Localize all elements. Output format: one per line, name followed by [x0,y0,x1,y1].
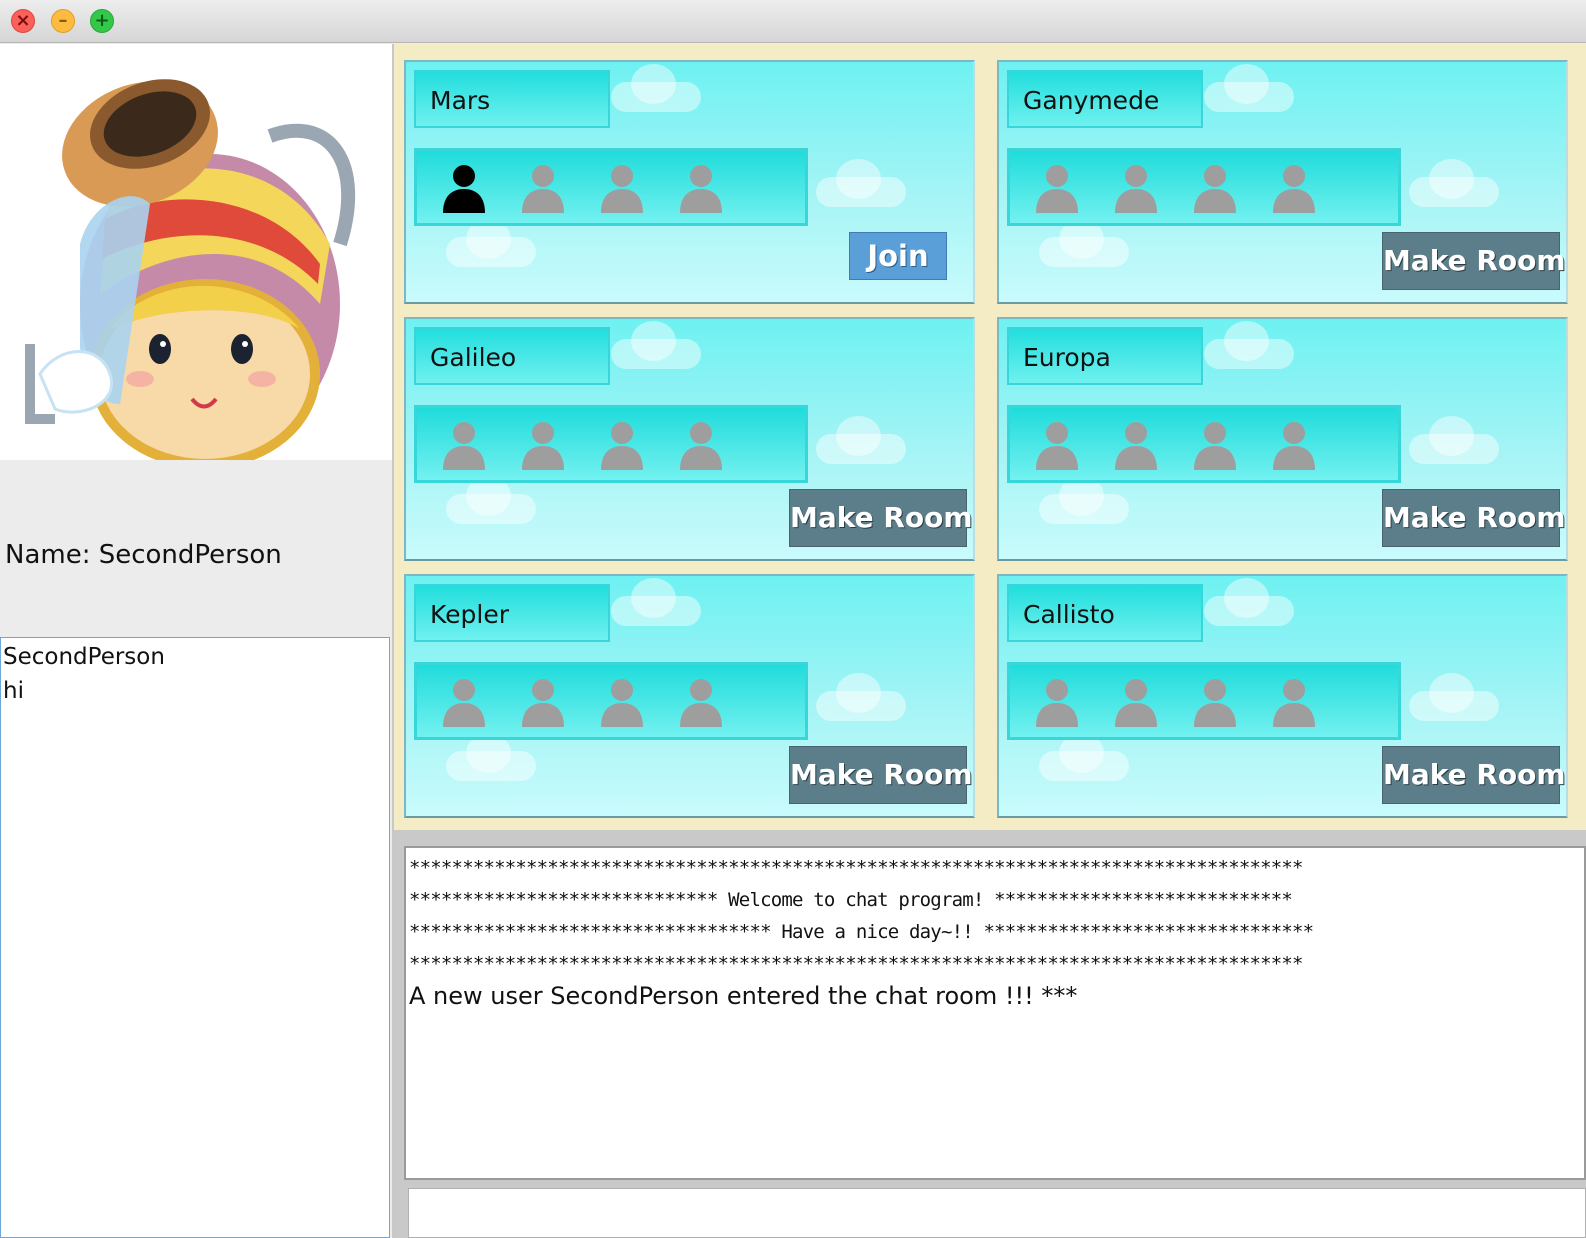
room-name-box: Galileo [414,327,610,385]
maximize-window-button[interactable]: + [90,9,114,33]
empty-seat-person-icon [1188,418,1242,472]
avatar-panel [0,44,392,469]
chat-line: ****************************************… [409,953,1303,975]
cloud-decoration [1409,159,1499,207]
empty-seat-person-icon [674,675,728,729]
empty-seat-person-icon [1267,418,1321,472]
room-name-box: Europa [1007,327,1203,385]
empty-seat-person-icon [1109,418,1163,472]
room-name: Mars [430,86,491,115]
room-name: Callisto [1023,600,1115,629]
room-name: Kepler [430,600,510,629]
cloud-decoration [1409,416,1499,464]
seat-bar [1007,148,1401,226]
cloud-decoration [1409,673,1499,721]
aquarius-character-icon [25,79,356,469]
cloud-decoration [816,673,906,721]
empty-seat-person-icon [595,418,649,472]
make-room-button[interactable]: Make Room [789,489,973,547]
cloud-decoration [1039,476,1129,524]
room-card: Ganymede Make Room [997,60,1568,304]
make-room-button[interactable]: Make Room [1382,489,1566,547]
room-card: Galileo Make Room [404,317,975,561]
empty-seat-person-icon [516,418,570,472]
occupied-seat-person-icon [437,161,491,215]
seat-bar [1007,662,1401,740]
room-name: Europa [1023,343,1111,372]
minimize-window-button[interactable]: – [51,9,75,33]
empty-seat-person-icon [1109,675,1163,729]
empty-seat-person-icon [516,675,570,729]
cloud-decoration [611,64,701,112]
make-room-button[interactable]: Make Room [789,746,973,804]
empty-seat-person-icon [674,161,728,215]
empty-seat-person-icon [1188,675,1242,729]
empty-seat-person-icon [1030,675,1084,729]
seat-bar [414,148,808,226]
cloud-decoration [446,733,536,781]
empty-seat-person-icon [1109,161,1163,215]
empty-seat-person-icon [1188,161,1242,215]
close-window-button[interactable]: × [11,9,35,33]
empty-seat-person-icon [595,161,649,215]
cloud-decoration [1204,321,1294,369]
join-room-button[interactable]: Join [849,232,947,280]
room-name-box: Callisto [1007,584,1203,642]
room-card: Kepler Make Room [404,574,975,818]
empty-seat-person-icon [1030,418,1084,472]
title-bar: × – + [0,0,1586,43]
seat-bar [414,405,808,483]
room-card: Mars Join [404,60,975,304]
chat-line: ***************************** Welcome to… [409,889,1293,911]
seat-bar [414,662,808,740]
empty-seat-person-icon [595,675,649,729]
empty-seat-person-icon [1267,161,1321,215]
empty-seat-person-icon [437,675,491,729]
cloud-decoration [816,416,906,464]
room-name: Ganymede [1023,86,1160,115]
room-name: Galileo [430,343,517,372]
empty-seat-person-icon [674,418,728,472]
list-item[interactable]: hi [1,672,389,706]
chat-line: ********************************** Have … [409,921,1314,943]
cloud-decoration [446,219,536,267]
cloud-decoration [1039,733,1129,781]
user-name-label: Name: SecondPerson [5,540,282,570]
room-card: Callisto Make Room [997,574,1568,818]
list-item[interactable]: SecondPerson [1,638,389,672]
cloud-decoration [816,159,906,207]
empty-seat-person-icon [1030,161,1084,215]
room-card: Europa Make Room [997,317,1568,561]
chat-log: ****************************************… [404,846,1586,1180]
cloud-decoration [446,476,536,524]
room-name-box: Ganymede [1007,70,1203,128]
make-room-button[interactable]: Make Room [1382,232,1566,290]
chat-window: × – + Name: SecondPerson SecondPerson hi… [0,0,1586,1238]
cloud-decoration [1039,219,1129,267]
rooms-grid: Mars Join Ganymede Make Room Galileo Make Roo… [394,44,1586,830]
user-list[interactable]: SecondPerson hi [0,637,390,1238]
cloud-decoration [1204,64,1294,112]
cloud-decoration [611,578,701,626]
make-room-button[interactable]: Make Room [1382,746,1566,804]
chat-line: ****************************************… [409,857,1303,879]
cloud-decoration [611,321,701,369]
empty-seat-person-icon [437,418,491,472]
room-name-box: Kepler [414,584,610,642]
seat-bar [1007,405,1401,483]
room-name-box: Mars [414,70,610,128]
empty-seat-person-icon [516,161,570,215]
chat-line: A new user SecondPerson entered the chat… [409,982,1078,1010]
empty-seat-person-icon [1267,675,1321,729]
chat-message-input[interactable] [408,1188,1586,1238]
cloud-decoration [1204,578,1294,626]
